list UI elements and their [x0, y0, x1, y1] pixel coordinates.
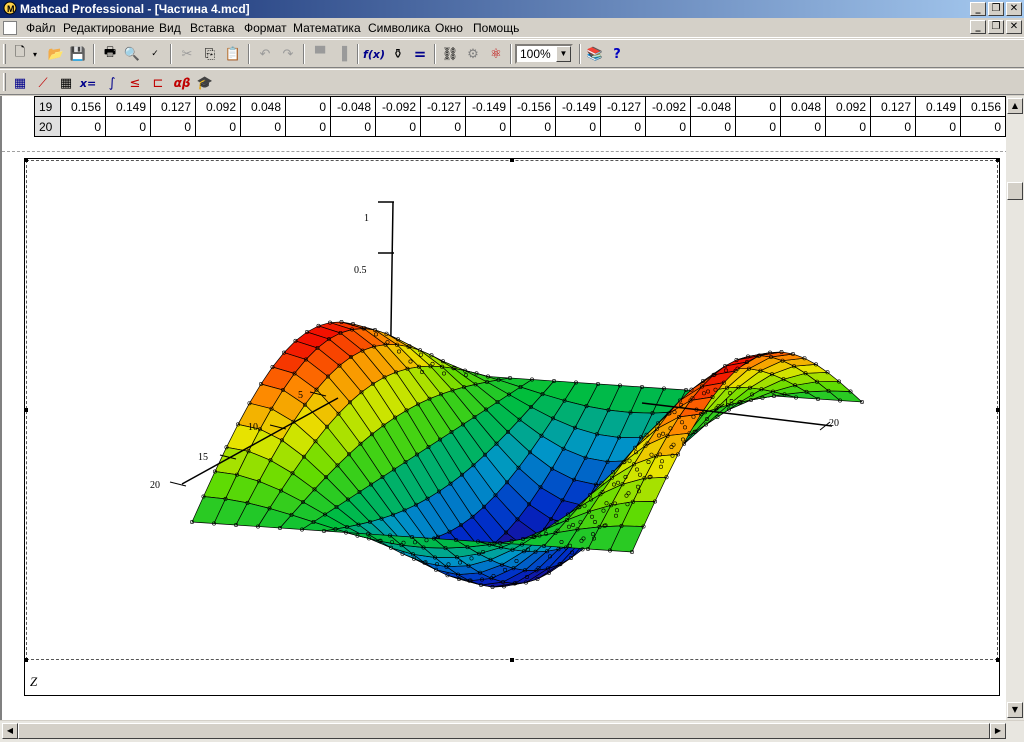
title-bar: M Mathcad Professional - [Частина 4.mcd]…	[0, 0, 1024, 18]
print-icon[interactable]: 🖶	[100, 44, 120, 64]
align-top-icon[interactable]: ▀	[310, 44, 330, 64]
menu-window[interactable]: Окно	[435, 21, 463, 35]
matrix-toolbar-icon[interactable]: ▦	[56, 73, 76, 93]
toolbar-grip[interactable]	[3, 73, 6, 91]
z-tick-label: 0.5	[354, 265, 367, 276]
toolbar-separator	[248, 44, 250, 64]
standard-toolbar: 🗋 ▾ 📂 💾 🖶 🔍 ✓ ✂ ⎘ 📋 ↶ ↷ ▀ ▐ f(x) ⚱ = ⛓ ⚙…	[0, 39, 1024, 68]
calculate-button[interactable]: =	[410, 44, 430, 64]
symbolic-toolbar-icon[interactable]: 🎓	[195, 73, 215, 93]
component-wizard-icon[interactable]: ⚙	[463, 44, 483, 64]
doc-minimize-button[interactable]: _	[970, 20, 986, 34]
menu-insert[interactable]: Вставка	[190, 21, 235, 35]
resource-center-icon[interactable]: 📚	[585, 44, 605, 64]
zoom-select[interactable]: 100% ▼	[515, 44, 573, 64]
toolbar-separator	[170, 44, 172, 64]
horizontal-scrollbar[interactable]: ◀ ▶	[0, 720, 1024, 742]
toolbar-separator	[303, 44, 305, 64]
redo-icon[interactable]: ↷	[278, 44, 298, 64]
paste-icon[interactable]: 📋	[223, 44, 243, 64]
surface-plot: 1 0.5 5 10 15 20 15 20	[150, 201, 864, 589]
menu-symbolics[interactable]: Символика	[368, 21, 430, 35]
x-tick-label: 10	[248, 422, 258, 433]
save-disk-icon[interactable]: 💾	[68, 44, 88, 64]
greek-toolbar-button[interactable]: αβ	[170, 73, 194, 93]
toolbar-separator	[434, 44, 436, 64]
insert-hyperlink-icon[interactable]: ⛓	[440, 44, 460, 64]
open-folder-icon[interactable]: 📂	[46, 44, 66, 64]
graph-toolbar-icon[interactable]: ⟋	[33, 73, 53, 93]
toolbar-separator	[93, 44, 95, 64]
run-script-icon[interactable]: ⚛	[486, 44, 506, 64]
menu-format[interactable]: Формат	[244, 21, 287, 35]
zoom-value: 100%	[520, 47, 551, 61]
spell-check-icon[interactable]: ✓	[145, 44, 165, 64]
mathcad-app-icon: M	[3, 1, 17, 15]
cut-icon[interactable]: ✂	[177, 44, 197, 64]
doc-restore-button[interactable]: ❐	[988, 20, 1004, 34]
help-icon[interactable]: ?	[607, 44, 627, 64]
print-preview-icon[interactable]: 🔍	[122, 44, 142, 64]
minimize-button[interactable]: _	[970, 2, 986, 16]
calculator-icon[interactable]: ▦	[10, 73, 30, 93]
maximize-button[interactable]: ❐	[988, 2, 1004, 16]
plot-variable-label: Z	[30, 674, 38, 689]
menu-help[interactable]: Помощь	[473, 21, 519, 35]
evaluation-toolbar-button[interactable]: x=	[78, 73, 98, 93]
scroll-left-arrow-icon[interactable]: ◀	[2, 723, 18, 739]
worksheet[interactable]: 19 0.156 0.149 0.127 0.092 0.048 0 -0.048 -0.092…	[0, 96, 1006, 720]
x-tick-label: 15	[198, 452, 208, 463]
horizontal-scroll-thumb[interactable]	[18, 723, 990, 739]
programming-toolbar-icon[interactable]: ⊏	[148, 73, 168, 93]
insert-function-button[interactable]: f(x)	[362, 44, 386, 64]
window-title: Mathcad Professional - [Частина 4.mcd]	[20, 2, 250, 16]
toolbar-grip[interactable]	[3, 44, 6, 64]
svg-text:M: M	[7, 4, 15, 14]
x-tick-label: 5	[298, 390, 303, 401]
new-dropdown-icon[interactable]: ▾	[30, 44, 40, 64]
calculus-toolbar-icon[interactable]: ∫	[102, 73, 122, 93]
new-document-icon[interactable]: 🗋	[10, 44, 30, 64]
menu-math[interactable]: Математика	[293, 21, 361, 35]
scroll-right-arrow-icon[interactable]: ▶	[990, 723, 1006, 739]
vertical-scroll-thumb[interactable]	[1007, 182, 1023, 200]
menu-file[interactable]: Файл	[26, 21, 56, 35]
close-button[interactable]: ✕	[1006, 2, 1022, 16]
y-tick-label: 20	[829, 418, 839, 429]
doc-close-button[interactable]: ✕	[1006, 20, 1022, 34]
chevron-down-icon[interactable]: ▼	[556, 46, 571, 62]
scroll-up-arrow-icon[interactable]: ▲	[1007, 98, 1023, 114]
scroll-down-arrow-icon[interactable]: ▼	[1007, 702, 1023, 718]
menu-edit[interactable]: Редактирование	[63, 21, 154, 35]
toolbar-separator	[510, 44, 512, 64]
boolean-toolbar-icon[interactable]: ≤	[125, 73, 145, 93]
toolbar-separator	[579, 44, 581, 64]
math-toolbar: ▦ ⟋ ▦ x= ∫ ≤ ⊏ αβ 🎓	[0, 69, 1024, 95]
copy-icon[interactable]: ⎘	[200, 44, 220, 64]
menu-view[interactable]: Вид	[159, 21, 181, 35]
insert-unit-icon[interactable]: ⚱	[388, 44, 408, 64]
z-tick-label: 1	[364, 213, 369, 224]
vertical-scrollbar[interactable]: ▲ ▼	[1006, 96, 1024, 720]
menu-bar: Файл Редактирование Вид Вставка Формат М…	[0, 18, 1024, 38]
undo-icon[interactable]: ↶	[255, 44, 275, 64]
x-tick-label: 20	[150, 480, 160, 491]
toolbar-separator	[357, 44, 359, 64]
align-down-icon[interactable]: ▐	[332, 44, 352, 64]
y-tick-label: 15	[724, 398, 734, 409]
document-icon[interactable]	[3, 21, 17, 35]
